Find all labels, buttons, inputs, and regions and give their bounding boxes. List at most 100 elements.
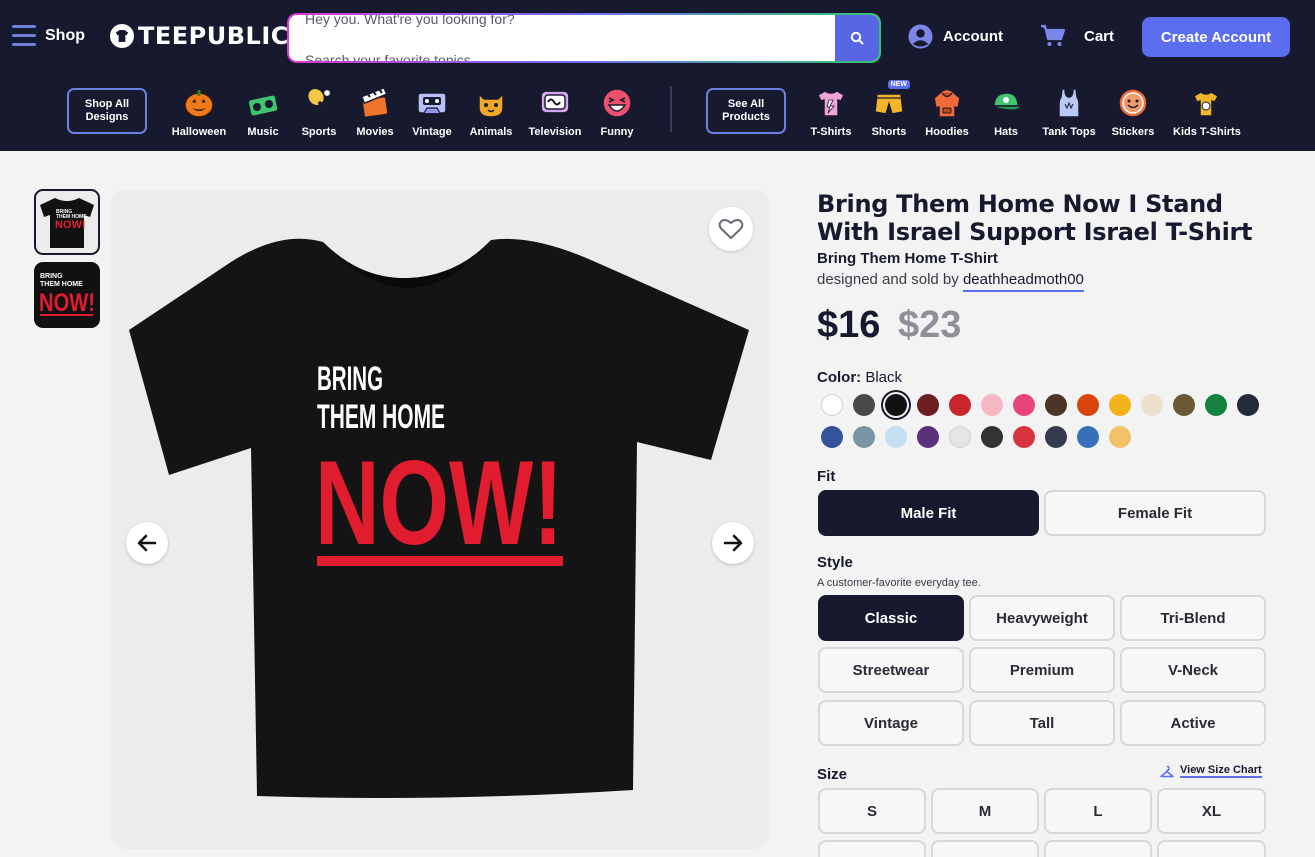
style-option-v-neck[interactable]: V-Neck xyxy=(1120,647,1266,693)
selected-color-name: Black xyxy=(865,369,903,386)
size-option-row2[interactable] xyxy=(818,840,926,857)
category-stickers[interactable]: Stickers xyxy=(1100,86,1166,138)
style-option-tri-blend[interactable]: Tri-Blend xyxy=(1120,595,1266,641)
create-account-button[interactable]: Create Account xyxy=(1142,17,1290,57)
fit-option-female[interactable]: Female Fit xyxy=(1044,490,1266,536)
color-swatch[interactable] xyxy=(1109,394,1131,416)
search-icon xyxy=(850,31,864,45)
thumbnail-tshirt[interactable]: BRING THEM HOME NOW! xyxy=(34,189,100,255)
color-swatch[interactable] xyxy=(949,426,971,448)
tank-top-icon xyxy=(1052,86,1086,120)
style-option-heavyweight[interactable]: Heavyweight xyxy=(969,595,1115,641)
category-hoodies[interactable]: Hoodies xyxy=(914,86,980,138)
teepublic-logo[interactable]: TEEPUBLIC xyxy=(110,22,289,50)
color-swatch[interactable] xyxy=(1173,394,1195,416)
style-option-vintage[interactable]: Vintage xyxy=(818,700,964,746)
svg-text:NOW!: NOW! xyxy=(55,219,86,231)
account-link[interactable]: Account xyxy=(908,24,1003,49)
category-shorts[interactable]: NEW Shorts xyxy=(856,80,922,138)
style-option-premium[interactable]: Premium xyxy=(969,647,1115,693)
view-size-chart-link[interactable]: View Size Chart xyxy=(1160,764,1262,778)
category-tank-tops[interactable]: Tank Tops xyxy=(1036,86,1102,138)
size-option-row2[interactable] xyxy=(1044,840,1152,857)
size-label: Size xyxy=(817,766,848,783)
category-halloween[interactable]: Halloween xyxy=(166,86,232,138)
color-swatch[interactable] xyxy=(821,426,843,448)
category-kids-tshirts[interactable]: Kids T-Shirts xyxy=(1173,86,1241,138)
arrow-right-icon xyxy=(723,534,743,552)
search-bar: Hey you. What're you looking for? Search… xyxy=(287,13,881,63)
thumbnail-tshirt-image: BRING THEM HOME NOW! xyxy=(40,198,94,248)
size-option-l[interactable]: L xyxy=(1044,788,1152,834)
style-option-active[interactable]: Active xyxy=(1120,700,1266,746)
cat-icon xyxy=(474,86,508,120)
designer-link[interactable]: deathheadmoth00 xyxy=(962,271,1084,292)
color-label: Color: Black xyxy=(817,369,902,386)
style-option-classic[interactable]: Classic xyxy=(818,595,964,641)
size-option-row2[interactable] xyxy=(931,840,1039,857)
color-swatch[interactable] xyxy=(1013,426,1035,448)
color-swatch[interactable] xyxy=(853,394,875,416)
product-subtitle: Bring Them Home T-Shirt xyxy=(817,250,998,267)
color-swatch[interactable] xyxy=(1077,426,1099,448)
size-option-row2[interactable] xyxy=(1157,840,1266,857)
category-bar: Shop All Designs Halloween Music Sports … xyxy=(0,74,1315,151)
shop-all-designs-button[interactable]: Shop All Designs xyxy=(67,88,147,134)
category-vintage[interactable]: Vintage xyxy=(399,86,465,138)
style-option-tall[interactable]: Tall xyxy=(969,700,1115,746)
category-television[interactable]: Television xyxy=(522,86,588,138)
fit-option-male[interactable]: Male Fit xyxy=(818,490,1039,536)
color-swatch[interactable] xyxy=(981,426,1003,448)
category-tshirts[interactable]: T-Shirts xyxy=(798,86,864,138)
fit-label: Fit xyxy=(817,468,836,485)
svg-text:BRING: BRING xyxy=(40,273,63,280)
color-swatch[interactable] xyxy=(821,394,843,416)
hamburger-menu-icon[interactable] xyxy=(12,25,36,47)
size-chart-label: View Size Chart xyxy=(1180,764,1262,778)
search-button[interactable] xyxy=(835,15,879,61)
shop-all-designs-label: Shop All Designs xyxy=(84,98,130,123)
thumbnail-design[interactable]: BRING THEM HOME NOW! xyxy=(34,262,100,328)
color-swatch[interactable] xyxy=(917,426,939,448)
size-option-xl[interactable]: XL xyxy=(1157,788,1266,834)
color-swatch[interactable] xyxy=(1045,394,1067,416)
category-funny[interactable]: Funny xyxy=(584,86,650,138)
size-option-m[interactable]: M xyxy=(931,788,1039,834)
favorite-button[interactable] xyxy=(709,207,753,251)
size-option-s[interactable]: S xyxy=(818,788,926,834)
color-swatch[interactable] xyxy=(885,426,907,448)
color-swatch[interactable] xyxy=(853,426,875,448)
search-prompt-text: Hey you. What're you looking for? xyxy=(305,15,515,27)
designed-by-text: designed and sold by xyxy=(817,271,959,288)
previous-image-button[interactable] xyxy=(126,522,168,564)
artwork-underline xyxy=(317,556,563,566)
color-swatch[interactable] xyxy=(1141,394,1163,416)
user-avatar-icon xyxy=(908,24,933,49)
see-all-products-button[interactable]: See All Products xyxy=(706,88,786,134)
style-option-streetwear[interactable]: Streetwear xyxy=(818,647,964,693)
color-swatch[interactable] xyxy=(1109,426,1131,448)
color-swatch[interactable] xyxy=(981,394,1003,416)
shop-menu-label[interactable]: Shop xyxy=(45,27,85,45)
category-label: Hats xyxy=(994,126,1018,138)
category-label: Animals xyxy=(469,126,513,138)
svg-text:THEM HOME: THEM HOME xyxy=(40,281,83,288)
color-swatch[interactable] xyxy=(1205,394,1227,416)
color-swatch[interactable] xyxy=(949,394,971,416)
artwork-line1: BRING xyxy=(317,360,383,398)
category-hats[interactable]: Hats xyxy=(973,86,1039,138)
category-animals[interactable]: Animals xyxy=(458,86,524,138)
color-swatch[interactable] xyxy=(917,394,939,416)
style-description: A customer-favorite everyday tee. xyxy=(817,577,981,589)
logo-text: TEEPUBLIC xyxy=(138,22,289,50)
search-input[interactable]: Hey you. What're you looking for? Search… xyxy=(289,15,879,61)
color-swatch[interactable] xyxy=(1077,394,1099,416)
color-swatch[interactable] xyxy=(885,394,907,416)
color-swatch[interactable] xyxy=(1045,426,1067,448)
cassette-icon xyxy=(415,86,449,120)
color-swatch[interactable] xyxy=(1013,394,1035,416)
pumpkin-icon xyxy=(182,86,216,120)
color-swatch[interactable] xyxy=(1237,394,1259,416)
cart-link[interactable]: Cart xyxy=(1040,24,1114,48)
next-image-button[interactable] xyxy=(712,522,754,564)
